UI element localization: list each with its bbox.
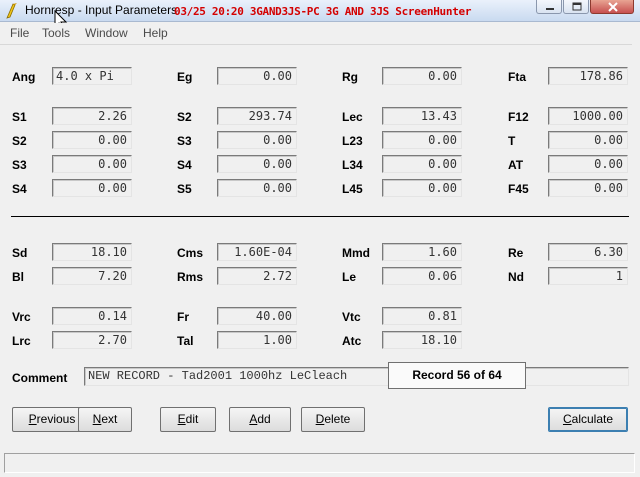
param-label-le: Le [342,270,357,284]
param-field-f12[interactable]: 1000.00 [548,107,628,125]
param-label-vtc: Vtc [342,310,361,324]
param-field-cms[interactable]: 1.60E-04 [217,243,297,261]
maximize-button[interactable] [563,0,589,14]
param-field-vrc[interactable]: 0.14 [52,307,132,325]
param-label-cms: Cms [177,246,204,260]
param-field-eg[interactable]: 0.00 [217,67,297,85]
param-field-f45[interactable]: 0.00 [548,179,628,197]
menu-tools[interactable]: Tools [42,26,70,40]
param-field-re[interactable]: 6.30 [548,243,628,261]
param-field-vtc[interactable]: 0.81 [382,307,462,325]
param-field-s2[interactable]: 293.74 [217,107,297,125]
record-indicator: Record 56 of 64 [388,362,526,389]
param-label-s4: S4 [177,158,192,172]
param-label-t: T [508,134,516,148]
param-field-s1[interactable]: 2.26 [52,107,132,125]
param-label-ang: Ang [12,70,36,84]
comment-field[interactable]: NEW RECORD - Tad2001 1000hz LeCleach [84,367,629,386]
param-field-s3[interactable]: 0.00 [217,131,297,149]
edit-button[interactable]: Edit [160,407,216,432]
param-label-atc: Atc [342,334,362,348]
param-label-vrc: Vrc [12,310,31,324]
menu-window[interactable]: Window [85,26,128,40]
param-field-nd[interactable]: 1 [548,267,628,285]
param-label-s3: S3 [12,158,27,172]
title-bar: Hornresp - Input Parameters 03/25 20:20 … [0,0,640,22]
param-field-s3[interactable]: 0.00 [52,155,132,173]
screenhunter-overlay: 03/25 20:20 3GAND3JS-PC 3G AND 3JS Scree… [174,5,472,18]
param-label-s3: S3 [177,134,192,148]
calculate-button[interactable]: Calculate [548,407,628,432]
param-field-atc[interactable]: 18.10 [382,331,462,349]
param-label-re: Re [508,246,524,260]
param-field-l45[interactable]: 0.00 [382,179,462,197]
param-label-nd: Nd [508,270,524,284]
menu-file[interactable]: File [10,26,29,40]
menu-bar: File Tools Window Help [0,23,640,43]
minimize-icon [546,8,554,10]
param-field-rg[interactable]: 0.00 [382,67,462,85]
param-label-bl: Bl [12,270,24,284]
param-field-fta[interactable]: 178.86 [548,67,628,85]
param-label-lrc: Lrc [12,334,31,348]
param-label-f12: F12 [508,110,529,124]
input-parameters-panel: Ang 4.0 x Pi Eg 0.00 Rg 0.00 Fta 178.86 S1 2.26 S2… [0,44,632,448]
param-label-sd: Sd [12,246,28,260]
param-label-s2: S2 [12,134,27,148]
param-field-tal[interactable]: 1.00 [217,331,297,349]
close-button[interactable] [590,0,634,14]
minimize-button[interactable] [536,0,562,14]
status-bar [4,453,635,473]
param-label-s5: S5 [177,182,192,196]
param-field-ang[interactable]: 4.0 x Pi [52,67,132,85]
param-label-tal: Tal [177,334,194,348]
param-label-l23: L23 [342,134,363,148]
param-label-lec: Lec [342,110,363,124]
param-field-rms[interactable]: 2.72 [217,267,297,285]
param-label-rg: Rg [342,70,358,84]
add-button[interactable]: Add [229,407,291,432]
delete-button[interactable]: Delete [301,407,365,432]
param-field-t[interactable]: 0.00 [548,131,628,149]
param-label-at: AT [508,158,524,172]
param-field-le[interactable]: 0.06 [382,267,462,285]
param-field-bl[interactable]: 7.20 [52,267,132,285]
param-field-fr[interactable]: 40.00 [217,307,297,325]
param-field-at[interactable]: 0.00 [548,155,628,173]
param-label-fta: Fta [508,70,526,84]
maximize-icon [572,2,582,11]
param-label-fr: Fr [177,310,189,324]
param-field-mmd[interactable]: 1.60 [382,243,462,261]
param-label-s2: S2 [177,110,192,124]
param-field-lec[interactable]: 13.43 [382,107,462,125]
param-field-sd[interactable]: 18.10 [52,243,132,261]
param-field-s2[interactable]: 0.00 [52,131,132,149]
param-label-mmd: Mmd [342,246,370,260]
param-label-l45: L45 [342,182,363,196]
close-icon [608,2,618,12]
param-field-l34[interactable]: 0.00 [382,155,462,173]
param-label-rms: Rms [177,270,204,284]
param-label-l34: L34 [342,158,363,172]
param-label-f45: F45 [508,182,529,196]
param-field-lrc[interactable]: 2.70 [52,331,132,349]
next-button[interactable]: Next [78,407,132,432]
comment-label: Comment [12,371,68,385]
section-divider [11,216,629,217]
param-field-s4[interactable]: 0.00 [52,179,132,197]
param-label-s1: S1 [12,110,27,124]
horn-app-icon [6,3,17,19]
window-title: Hornresp - Input Parameters [25,3,178,17]
param-field-s4[interactable]: 0.00 [217,155,297,173]
param-field-l23[interactable]: 0.00 [382,131,462,149]
param-field-s5[interactable]: 0.00 [217,179,297,197]
param-label-s4: S4 [12,182,27,196]
param-label-eg: Eg [177,70,193,84]
menu-help[interactable]: Help [143,26,168,40]
